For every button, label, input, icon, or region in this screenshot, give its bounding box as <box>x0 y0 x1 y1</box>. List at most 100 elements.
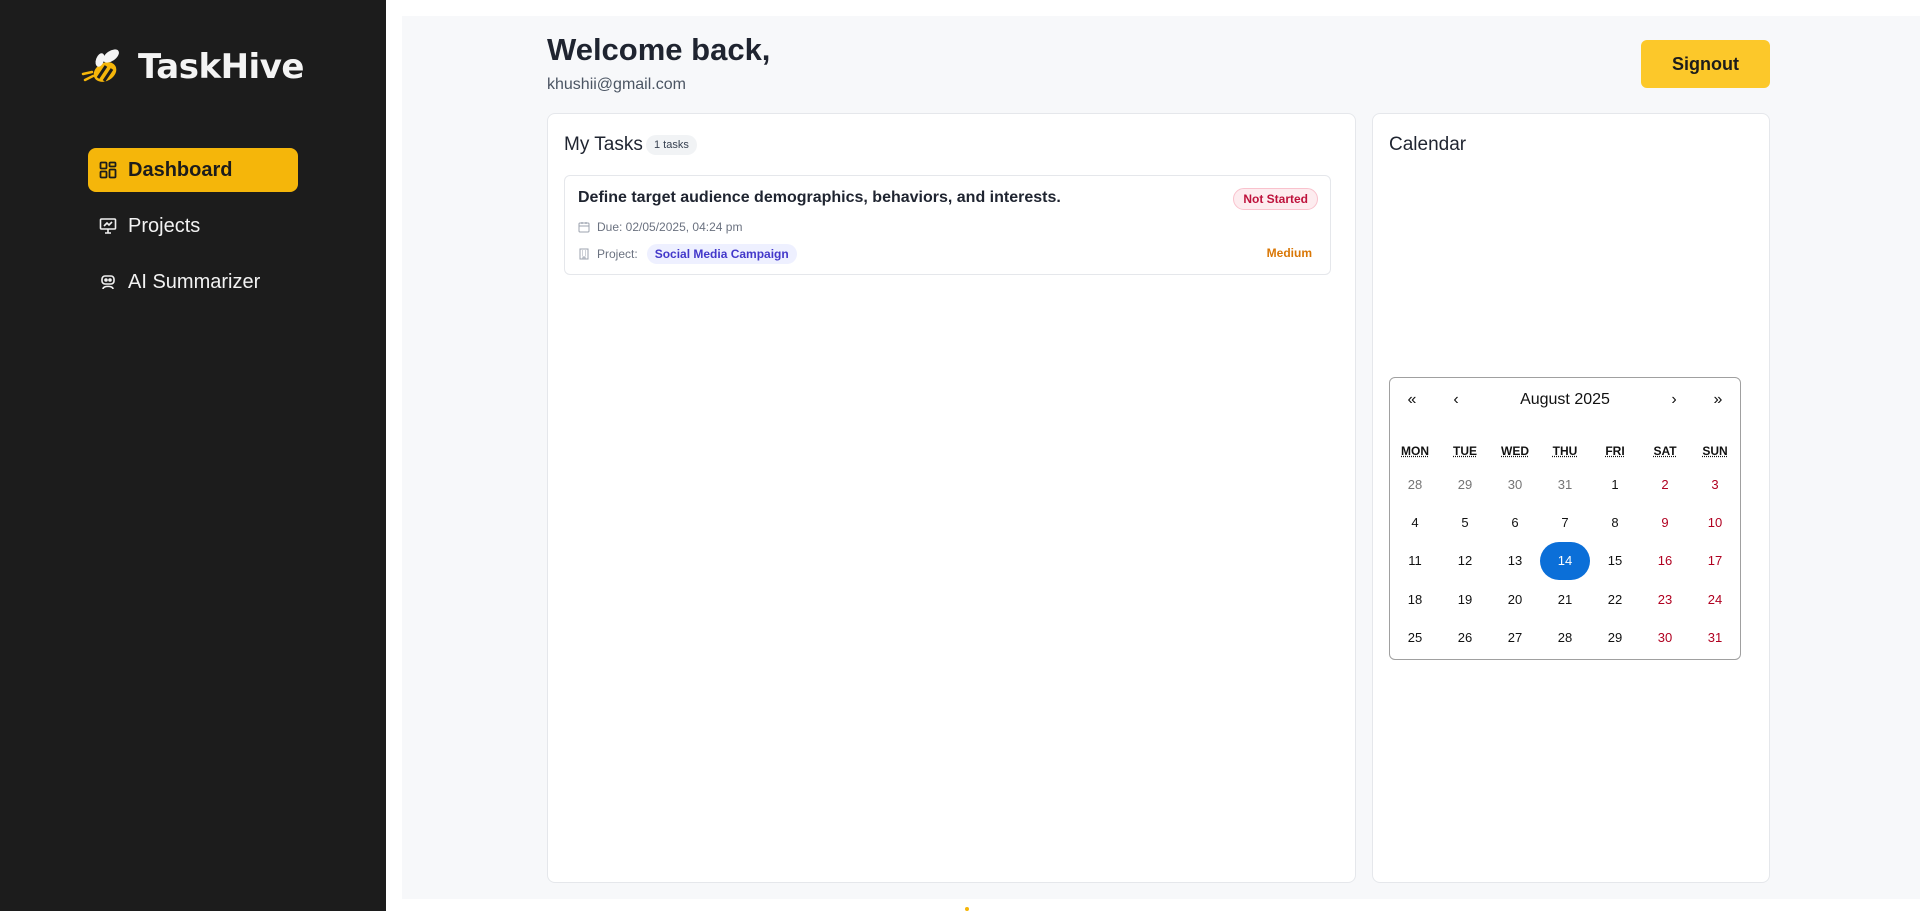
calendar-day[interactable]: 13 <box>1490 542 1540 580</box>
calendar-day[interactable]: 3 <box>1690 465 1740 503</box>
presentation-board-icon <box>98 216 118 236</box>
calendar-day[interactable]: 28 <box>1390 465 1440 503</box>
calendar-title: Calendar <box>1389 134 1467 155</box>
weekday-row: MON TUE WED THU FRI SAT SUN <box>1390 444 1740 458</box>
sidebar-item-ai-summarizer[interactable]: AI Summarizer <box>88 260 298 304</box>
calendar-day[interactable]: 29 <box>1590 619 1640 657</box>
calendar-day[interactable]: 25 <box>1390 619 1440 657</box>
calendar-day-number: 20 <box>1507 591 1523 607</box>
dashboard-grid-icon <box>98 160 118 180</box>
status-badge: Not Started <box>1233 188 1318 210</box>
calendar-day-number: 7 <box>1561 515 1569 531</box>
weekday-label: THU <box>1552 444 1578 458</box>
calendar-day[interactable]: 6 <box>1490 503 1540 541</box>
calendar-day[interactable]: 30 <box>1490 465 1540 503</box>
calendar-day-number: 14 <box>1540 541 1590 580</box>
task-count-badge: 1 tasks <box>646 135 697 155</box>
calendar-day[interactable]: 22 <box>1590 580 1640 618</box>
calendar-day[interactable]: 10 <box>1690 503 1740 541</box>
app-name: TaskHive <box>138 47 304 87</box>
calendar-day-number: 3 <box>1711 476 1719 492</box>
brand[interactable]: TaskHive <box>78 42 304 92</box>
signout-button[interactable]: Signout <box>1641 40 1770 88</box>
calendar-day-number: 28 <box>1407 476 1423 492</box>
building-icon <box>578 248 590 260</box>
priority-label: Medium <box>1266 246 1312 260</box>
user-email: khushii@gmail.com <box>547 76 686 93</box>
calendar-day-number: 10 <box>1707 515 1723 531</box>
task-card[interactable]: Define target audience demographics, beh… <box>564 175 1331 275</box>
calendar-day[interactable]: 4 <box>1390 503 1440 541</box>
calendar-day[interactable]: 9 <box>1640 503 1690 541</box>
calendar-day-number: 23 <box>1657 591 1673 607</box>
next-year-button[interactable]: » <box>1696 378 1740 422</box>
calendar-day[interactable]: 15 <box>1590 542 1640 580</box>
prev-month-button[interactable]: ‹ <box>1434 378 1478 422</box>
next-month-button[interactable]: › <box>1652 378 1696 422</box>
sidebar-item-label: Dashboard <box>128 158 233 181</box>
calendar-day-number: 22 <box>1607 591 1623 607</box>
calendar-icon <box>578 221 590 233</box>
sidebar-nav: Dashboard Projects AI Summarizer <box>88 148 298 316</box>
calendar-day[interactable]: 24 <box>1690 580 1740 618</box>
calendar-day[interactable]: 28 <box>1540 619 1590 657</box>
sidebar-item-label: AI Summarizer <box>128 270 261 293</box>
calendar-day[interactable]: 31 <box>1690 619 1740 657</box>
calendar-day[interactable]: 17 <box>1690 542 1740 580</box>
calendar-day[interactable]: 26 <box>1440 619 1490 657</box>
task-title: Define target audience demographics, beh… <box>578 189 1061 206</box>
calendar-day[interactable]: 21 <box>1540 580 1590 618</box>
bottom-indicator-dot <box>965 907 969 911</box>
calendar-widget: « ‹ August 2025 › » MON TUE WED THU FRI … <box>1389 377 1741 660</box>
sidebar-item-dashboard[interactable]: Dashboard <box>88 148 298 192</box>
my-tasks-panel: My Tasks 1 tasks Define target audience … <box>547 113 1356 883</box>
sidebar: TaskHive Dashboard Projects AI Summarize… <box>0 0 386 911</box>
calendar-day[interactable]: 12 <box>1440 542 1490 580</box>
prev-year-button[interactable]: « <box>1390 378 1434 422</box>
weekday-label: WED <box>1501 444 1529 458</box>
calendar-day-number: 21 <box>1557 591 1573 607</box>
sidebar-item-projects[interactable]: Projects <box>88 204 298 248</box>
calendar-day-number: 29 <box>1457 476 1473 492</box>
project-chip[interactable]: Social Media Campaign <box>646 244 797 264</box>
calendar-day-number: 6 <box>1511 515 1519 531</box>
calendar-day[interactable]: 31 <box>1540 465 1590 503</box>
calendar-day[interactable]: 18 <box>1390 580 1440 618</box>
weekday-label: TUE <box>1453 444 1477 458</box>
calendar-day-number: 28 <box>1557 630 1573 646</box>
calendar-day-number: 24 <box>1707 591 1723 607</box>
calendar-day-number: 31 <box>1557 476 1573 492</box>
calendar-day[interactable]: 19 <box>1440 580 1490 618</box>
calendar-day-number: 30 <box>1507 476 1523 492</box>
calendar-day-number: 31 <box>1707 630 1723 646</box>
calendar-day[interactable]: 7 <box>1540 503 1590 541</box>
calendar-day[interactable]: 29 <box>1440 465 1490 503</box>
calendar-day-number: 13 <box>1507 553 1523 569</box>
calendar-day[interactable]: 2 <box>1640 465 1690 503</box>
calendar-day[interactable]: 23 <box>1640 580 1690 618</box>
calendar-day[interactable]: 11 <box>1390 542 1440 580</box>
calendar-day-number: 25 <box>1407 630 1423 646</box>
task-due-date: Due: 02/05/2025, 04:24 pm <box>597 220 743 234</box>
calendar-day-number: 4 <box>1411 515 1419 531</box>
calendar-day[interactable]: 30 <box>1640 619 1690 657</box>
calendar-day-number: 19 <box>1457 591 1473 607</box>
calendar-day-number: 30 <box>1657 630 1673 646</box>
calendar-day[interactable]: 1 <box>1590 465 1640 503</box>
calendar-day-number: 12 <box>1457 553 1473 569</box>
calendar-day-number: 26 <box>1457 630 1473 646</box>
calendar-day[interactable]: 5 <box>1440 503 1490 541</box>
weekday-label: SUN <box>1702 444 1728 458</box>
calendar-day[interactable]: 20 <box>1490 580 1540 618</box>
calendar-day[interactable]: 27 <box>1490 619 1540 657</box>
weekday-label: SAT <box>1653 444 1677 458</box>
calendar-panel: Calendar « ‹ August 2025 › » MON TUE WED… <box>1372 113 1770 883</box>
calendar-day[interactable]: 16 <box>1640 542 1690 580</box>
calendar-day-selected[interactable]: 14 <box>1540 541 1590 580</box>
calendar-day-number: 16 <box>1657 553 1673 569</box>
weekday-label: FRI <box>1605 444 1625 458</box>
weekday-label: MON <box>1401 444 1429 458</box>
month-label[interactable]: August 2025 <box>1478 391 1652 409</box>
calendar-day-number: 9 <box>1661 515 1669 531</box>
calendar-day[interactable]: 8 <box>1590 503 1640 541</box>
